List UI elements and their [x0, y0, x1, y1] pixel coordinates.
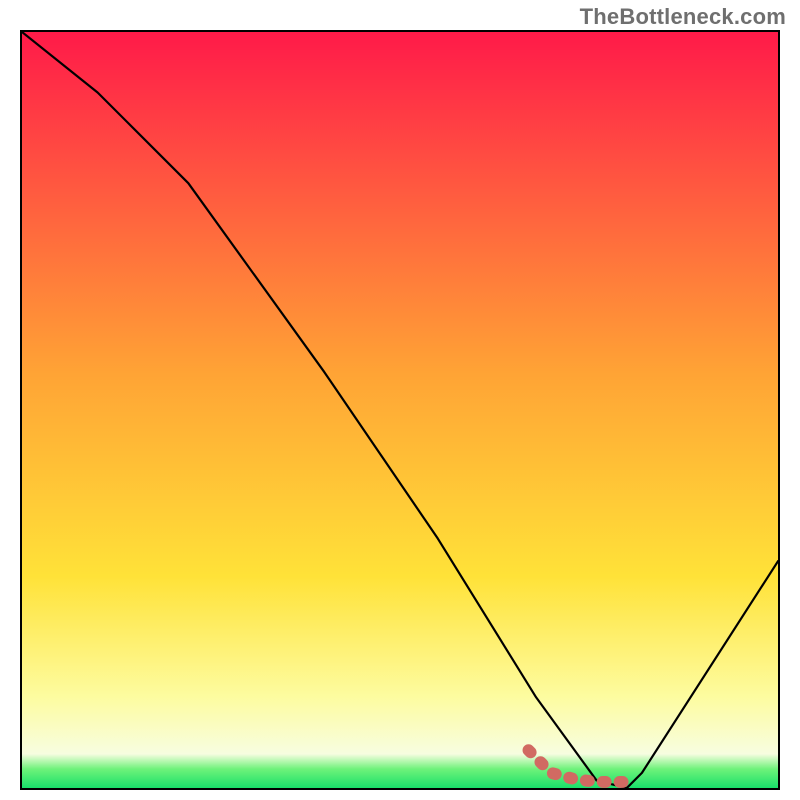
gradient-background — [22, 32, 778, 788]
chart-stage: TheBottleneck.com — [0, 0, 800, 800]
watermark-text: TheBottleneck.com — [580, 4, 786, 30]
plot-frame — [20, 30, 780, 790]
chart-svg — [22, 32, 778, 788]
